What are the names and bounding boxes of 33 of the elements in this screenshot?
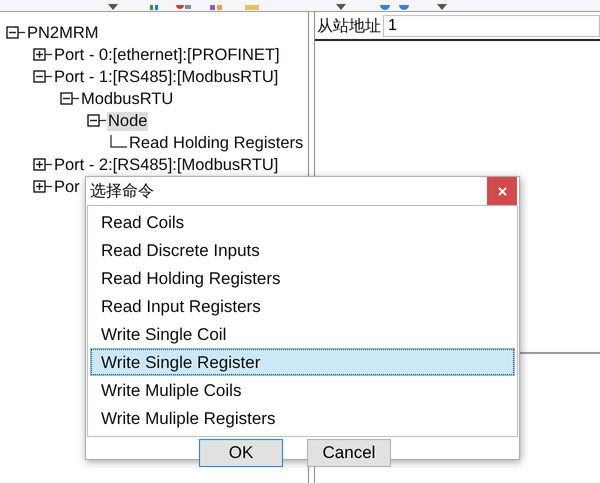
ok-button[interactable]: OK bbox=[199, 439, 283, 467]
expand-icon[interactable] bbox=[33, 48, 53, 62]
tree-node[interactable]: Node bbox=[107, 112, 148, 130]
list-item[interactable]: Read Discrete Inputs bbox=[90, 236, 515, 264]
tree-node[interactable]: PN2MRM bbox=[26, 24, 100, 42]
collapse-icon[interactable] bbox=[33, 70, 53, 84]
tree-node[interactable]: Read Holding Registers bbox=[128, 134, 304, 152]
expand-icon[interactable] bbox=[33, 158, 53, 172]
dropdown-arrow-icon[interactable] bbox=[437, 4, 447, 10]
tree-node[interactable]: Por bbox=[53, 178, 81, 196]
list-item[interactable]: Read Coils bbox=[90, 208, 515, 236]
tree-node[interactable]: ModbusRTU bbox=[80, 90, 174, 108]
field-label: 从站地址 bbox=[317, 16, 381, 36]
dropdown-arrow-icon[interactable] bbox=[108, 4, 118, 10]
close-icon bbox=[498, 186, 506, 196]
expand-icon[interactable] bbox=[33, 180, 53, 194]
tree-node[interactable]: Port - 1:[RS485]:[ModbusRTU] bbox=[53, 68, 280, 86]
collapse-icon[interactable] bbox=[6, 26, 26, 40]
list-item[interactable]: Write Muliple Registers bbox=[90, 404, 515, 432]
dialog-title: 选择命令 bbox=[90, 182, 154, 202]
cancel-button[interactable]: Cancel bbox=[307, 439, 391, 467]
list-item[interactable]: Write Muliple Coils bbox=[90, 376, 515, 404]
dropdown-arrow-icon[interactable] bbox=[336, 4, 346, 10]
list-item[interactable]: Write Single Coil bbox=[90, 320, 515, 348]
close-button[interactable] bbox=[487, 177, 517, 205]
list-item[interactable]: Read Input Registers bbox=[90, 292, 515, 320]
list-item[interactable]: Read Holding Registers bbox=[90, 264, 515, 292]
list-item[interactable]: Write Single Register bbox=[90, 348, 515, 376]
collapse-icon[interactable] bbox=[87, 114, 107, 128]
collapse-icon[interactable] bbox=[60, 92, 80, 106]
tree-node[interactable]: Port - 0:[ethernet]:[PROFINET] bbox=[53, 46, 281, 64]
input-field[interactable]: 1 bbox=[383, 15, 600, 37]
tree-node[interactable]: Port - 2:[RS485]:[ModbusRTU] bbox=[53, 156, 280, 174]
